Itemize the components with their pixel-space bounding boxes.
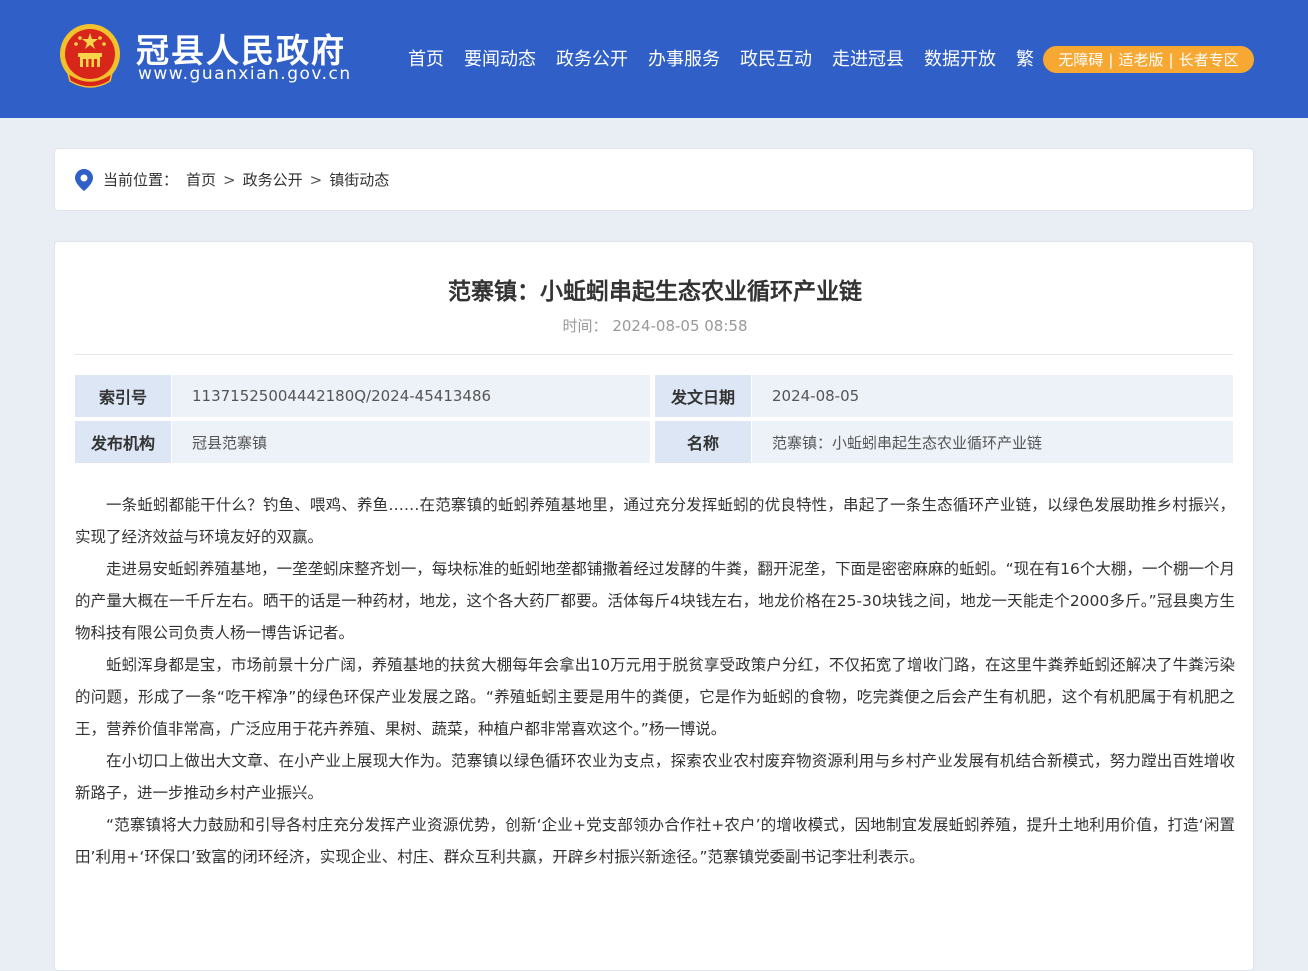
accessibility-link[interactable]: 无障碍 [1058,49,1103,70]
access-separator: | [1168,50,1174,69]
org-value: 冠县范寨镇 [172,421,650,463]
main-nav: 首页 要闻动态 政务公开 办事服务 政民互动 走进冠县 数据开放 繁 [398,46,1044,74]
article-paragraph: 在小切口上做出大文章、在小产业上展现大作为。范寨镇以绿色循环农业为支点，探索农业… [75,752,1235,802]
breadcrumb: 当前位置： 首页 > 政务公开 > 镇街动态 [54,148,1254,211]
article-paragraph: “范寨镇将大力鼓励和引导各村庄充分发挥产业资源优势，创新‘企业+党支部领办合作社… [75,816,1235,866]
breadcrumb-town-news[interactable]: 镇街动态 [329,169,389,190]
index-label: 索引号 [75,375,171,417]
senior-zone-link[interactable]: 长者专区 [1179,49,1239,70]
nav-item-gov-affairs[interactable]: 政务公开 [556,46,628,74]
nav-item-services[interactable]: 办事服务 [648,46,720,74]
metadata-row: 发布机构 冠县范寨镇 名称 范寨镇：小蚯蚓串起生态农业循环产业链 [75,421,1233,463]
article-body: 一条蚯蚓都能干什么？钓鱼、喂鸡、养鱼……在范寨镇的蚯蚓养殖基地里，通过充分发挥蚯… [75,489,1235,873]
location-pin-icon [75,168,93,191]
article-paragraph: 一条蚯蚓都能干什么？钓鱼、喂鸡、养鱼……在范寨镇的蚯蚓养殖基地里，通过充分发挥蚯… [75,496,1235,546]
article-paragraph: 走进易安蚯蚓养殖基地，一垄垄蚓床整齐划一，每块标准的蚯蚓地垄都铺撒着经过发酵的牛… [75,560,1235,642]
time-label: 时间： [562,317,608,335]
article-container: 范寨镇：小蚯蚓串起生态农业循环产业链 时间： 2024-08-05 08:58 … [54,241,1254,971]
nav-item-news[interactable]: 要闻动态 [464,46,536,74]
article-title: 范寨镇：小蚯蚓串起生态农业循环产业链 [448,279,862,305]
breadcrumb-prefix: 当前位置： [103,171,179,189]
name-label: 名称 [655,421,751,463]
accessibility-bar: 无障碍 | 适老版 | 长者专区 [1043,46,1254,73]
index-value: 11371525004442180Q/2024-45413486 [172,375,650,417]
breadcrumb-separator: > [309,170,323,189]
nav-item-open-data[interactable]: 数据开放 [924,46,996,74]
access-separator: | [1108,50,1114,69]
site-header: 冠县人民政府 www.guanxian.gov.cn 首页 要闻动态 政务公开 … [0,0,1308,118]
name-value: 范寨镇：小蚯蚓串起生态农业循环产业链 [752,421,1233,463]
metadata-row: 索引号 11371525004442180Q/2024-45413486 发文日… [75,375,1233,417]
title-divider [75,354,1233,355]
site-url: www.guanxian.gov.cn [138,64,352,84]
nav-item-about[interactable]: 走进冠县 [832,46,904,74]
elderly-mode-link[interactable]: 适老版 [1118,49,1163,70]
time-value: 2024-08-05 08:58 [612,317,748,335]
publish-time: 时间： 2024-08-05 08:58 [55,315,1255,336]
nav-item-home[interactable]: 首页 [408,46,444,74]
metadata-table: 索引号 11371525004442180Q/2024-45413486 发文日… [75,375,1233,467]
org-label: 发布机构 [75,421,171,463]
breadcrumb-gov-affairs[interactable]: 政务公开 [243,169,303,190]
national-emblem-icon[interactable] [58,23,122,89]
date-value: 2024-08-05 [752,375,1233,417]
breadcrumb-separator: > [223,170,236,189]
date-label: 发文日期 [655,375,751,417]
breadcrumb-home[interactable]: 首页 [186,169,216,190]
nav-item-traditional[interactable]: 繁 [1016,46,1034,74]
article-paragraph: 蚯蚓浑身都是宝，市场前景十分广阔，养殖基地的扶贫大棚每年会拿出10万元用于脱贫享… [75,656,1235,738]
nav-item-interaction[interactable]: 政民互动 [740,46,812,74]
